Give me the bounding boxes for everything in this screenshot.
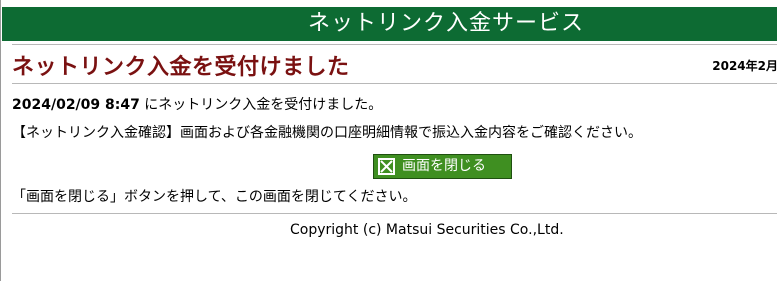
accepted-timestamp: 2024/02/09 8:47 <box>12 97 140 113</box>
page-frame: ネットリンク入金サービス ネットリンク入金を受付けました 2024年2月 202… <box>0 0 777 281</box>
accepted-text: にネットリンク入金を受付けました。 <box>139 97 383 113</box>
service-banner: ネットリンク入金サービス <box>2 7 777 41</box>
title-row: ネットリンク入金を受付けました 2024年2月 <box>12 44 777 84</box>
date-label: 2024年2月 <box>712 59 777 73</box>
accepted-message: 2024/02/09 8:47 にネットリンク入金を受付けました。 <box>12 94 382 114</box>
footer-divider <box>12 213 777 214</box>
page-title: ネットリンク入金を受付けました <box>12 55 350 80</box>
close-window-button[interactable]: 画面を閉じる <box>373 154 512 179</box>
close-instruction: 「画面を閉じる」ボタンを押して、この画面を閉じてください。 <box>12 189 417 205</box>
close-box-icon <box>378 158 395 175</box>
close-button-label: 画面を閉じる <box>402 158 486 174</box>
confirm-message: 【ネットリンク入金確認】画面および各金融機関の口座明細情報で振込入金内容をご確認… <box>12 125 642 141</box>
copyright-text: Copyright (c) Matsui Securities Co.,Ltd. <box>290 222 564 238</box>
